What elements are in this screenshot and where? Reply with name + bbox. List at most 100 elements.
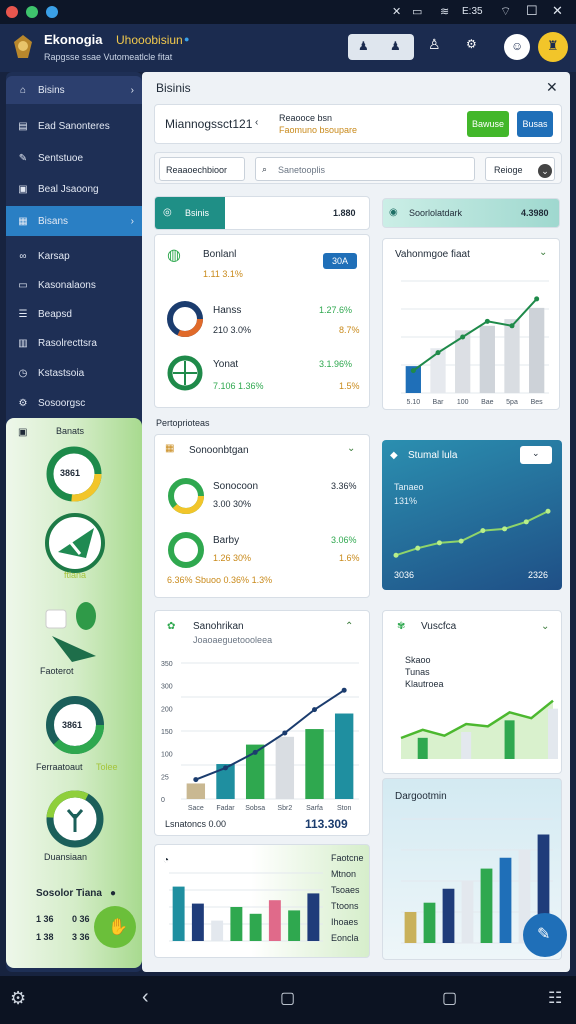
sidebar-item-label: Sentstuoe (38, 152, 84, 164)
kpi-tab: ◎ Bsinis (155, 197, 225, 229)
section-label: Pertoprioteas (156, 418, 210, 428)
footer-value: 1 38 (36, 932, 54, 942)
kpi-card-2[interactable]: ◉ Soorlolatdark 4.3980 (382, 198, 560, 228)
avatar[interactable]: ☺ (504, 34, 530, 60)
region-select[interactable]: Reioge ⌄ (485, 157, 555, 181)
list-badge[interactable]: 30A (323, 253, 357, 269)
close-icon[interactable]: ✕ (546, 79, 558, 96)
fab-button[interactable]: ✋ (94, 906, 136, 948)
sidebar-item-label: Beapsd (38, 308, 72, 320)
legend-item: Ihoaes (331, 917, 359, 927)
list-item-title: Barby (213, 535, 240, 546)
chart-footer-left: Lsnatoncs 0.00 (165, 819, 227, 829)
chevron-down-icon[interactable]: ⌄ (347, 443, 355, 454)
bar (230, 907, 243, 941)
sidebar-item-list[interactable]: ☰ Beapsd (6, 300, 142, 328)
filter-bar: Reaaoechbioor ⌕ Sanetooplis Reioge ⌄ (154, 152, 562, 184)
status-bar: ✕ ▭ ≋ E:35 ⌔ ☐ ✕ (0, 0, 576, 24)
area-chart-card: ✾ Vuscfca ⌄ Skaoo Tunas Klautroea (382, 610, 562, 774)
sidebar-item-tools[interactable]: ✎ Sentstuoe (6, 144, 142, 172)
list-item-change: 8.7% (339, 325, 360, 335)
mute-icon: ✕ (392, 6, 402, 18)
sidebar-item-table[interactable]: ▥ Rasolrecttsra (6, 329, 142, 357)
close-window-button[interactable]: ✕ (552, 3, 563, 19)
panel-title: Miannogssct121 (165, 117, 253, 131)
metric-list-card: ◍ Bonlanl 1.11 3.1% 30A Hanss 210 3.0% 1… (154, 234, 370, 408)
settings-gear-icon[interactable]: ⚙ (10, 988, 26, 1009)
back-icon[interactable]: ‹ (142, 986, 149, 1009)
primary-button[interactable]: Bawuse (467, 111, 509, 137)
tag-icon: ✿ (167, 621, 176, 632)
notification-button[interactable]: ♜ (538, 32, 568, 62)
sidebar-item-clock[interactable]: ◷ Kstastsoia (6, 359, 142, 387)
legend-item: Skaoo (405, 655, 431, 665)
edit-fab[interactable]: ✎ (523, 913, 567, 957)
chevron-down-icon: ⌄ (538, 164, 552, 178)
calendar-icon: ▦ (165, 443, 175, 454)
panel-subtitle-2: Faomuno bsoupare (279, 125, 358, 135)
tick-label: 25 (161, 774, 169, 781)
list-item-sub: 1.11 3.1% (203, 269, 243, 279)
footer-value: 0 36 (72, 914, 90, 924)
window-button[interactable]: ☐ (526, 3, 538, 19)
bar (529, 307, 545, 393)
chevron-down-icon: ⌄ (532, 448, 540, 458)
bar (442, 888, 455, 943)
volume-chart-card: Vahonmgoe fiaat ⌄ 5.10 Bar 100 Bae 5pa Bes (382, 238, 560, 410)
signal-icon: ⌔ (500, 4, 512, 18)
list-item-title: Sonocoon (213, 481, 259, 492)
recents-button[interactable]: ▢ (442, 988, 457, 1008)
mixed-chart (169, 872, 323, 942)
info-icon[interactable]: ● (184, 34, 189, 44)
app-header: Ekonogia Uhooobisiun ● Rapgsse ssae Vuto… (0, 24, 576, 72)
app-dot-green (26, 6, 38, 18)
menu-icon[interactable]: ☷ (548, 988, 562, 1008)
user-toggle[interactable]: ♟ ♟ (348, 34, 414, 60)
shield-icon: ◆ (390, 450, 398, 461)
chart-title: Sanohrikan (193, 621, 244, 632)
sidebar-item-documents[interactable]: ▤ Ead Sanonteres (6, 112, 142, 140)
data-point (393, 552, 399, 558)
donut-chart (165, 475, 207, 517)
chevron-left-icon[interactable]: ‹ (255, 117, 258, 128)
chevron-down-icon[interactable]: ⌄ (541, 621, 549, 632)
bar (211, 920, 224, 941)
chevron-down-icon[interactable]: ⌄ (539, 247, 547, 258)
data-point (223, 765, 228, 771)
sidebar-item-settings[interactable]: ⚙ Sosoorgsc (6, 389, 142, 417)
home-button[interactable]: ▢ (280, 988, 295, 1008)
data-point (415, 545, 421, 551)
caption-accent: ftlana (64, 570, 87, 580)
tick-label: Sace (188, 805, 204, 812)
data-point (341, 687, 347, 693)
app-subtitle: Rapgsse ssae Vutomeatlcle fitat (44, 52, 173, 62)
growth-gauge (44, 788, 106, 850)
sidebar-item-clipboard[interactable]: ▣ Beal Jsaoong (6, 175, 142, 203)
tick-label: 5pa (506, 399, 518, 406)
face-icon: ☺ (511, 39, 524, 53)
legend-item: Tsoaes (331, 885, 360, 895)
legend-item: Tunas (405, 667, 430, 677)
secondary-button[interactable]: Busas (517, 111, 553, 137)
sidebar-item-folders[interactable]: ▭ Kasonalaons (6, 271, 142, 299)
sidebar-item-label: Sosoorgsc (38, 397, 86, 409)
dropdown-button[interactable]: ⌄ (520, 446, 552, 464)
sidebar-item-business[interactable]: ▦ Bisans › (6, 206, 142, 236)
data-point (523, 519, 529, 525)
filter-select[interactable]: Reaaoechbioor (159, 157, 245, 181)
globe-icon: ◍ (167, 247, 181, 264)
kpi-card[interactable]: ◎ Bsinis 1.880 (154, 196, 370, 230)
sidebar-item-links[interactable]: ∞ Karsap (6, 242, 142, 270)
donut-chart (165, 299, 205, 339)
chart-subtitle: Joaoaeguetoooleea (193, 635, 273, 645)
settings-icon[interactable]: ⚙ (466, 37, 477, 51)
legend-item: Eoncla (331, 933, 359, 943)
chevron-right-icon: › (130, 215, 134, 227)
chevron-up-icon[interactable]: ⌃ (345, 621, 353, 632)
list-item-change: 1.6% (339, 553, 360, 563)
search-input[interactable]: ⌕ Sanetooplis (255, 157, 475, 181)
profile-icon[interactable]: ♙ (428, 36, 441, 53)
sidebar-item-home[interactable]: ⌂ Bisins › (6, 76, 142, 104)
page-title: Bisinis (156, 81, 191, 95)
app-dot-blue (46, 6, 58, 18)
